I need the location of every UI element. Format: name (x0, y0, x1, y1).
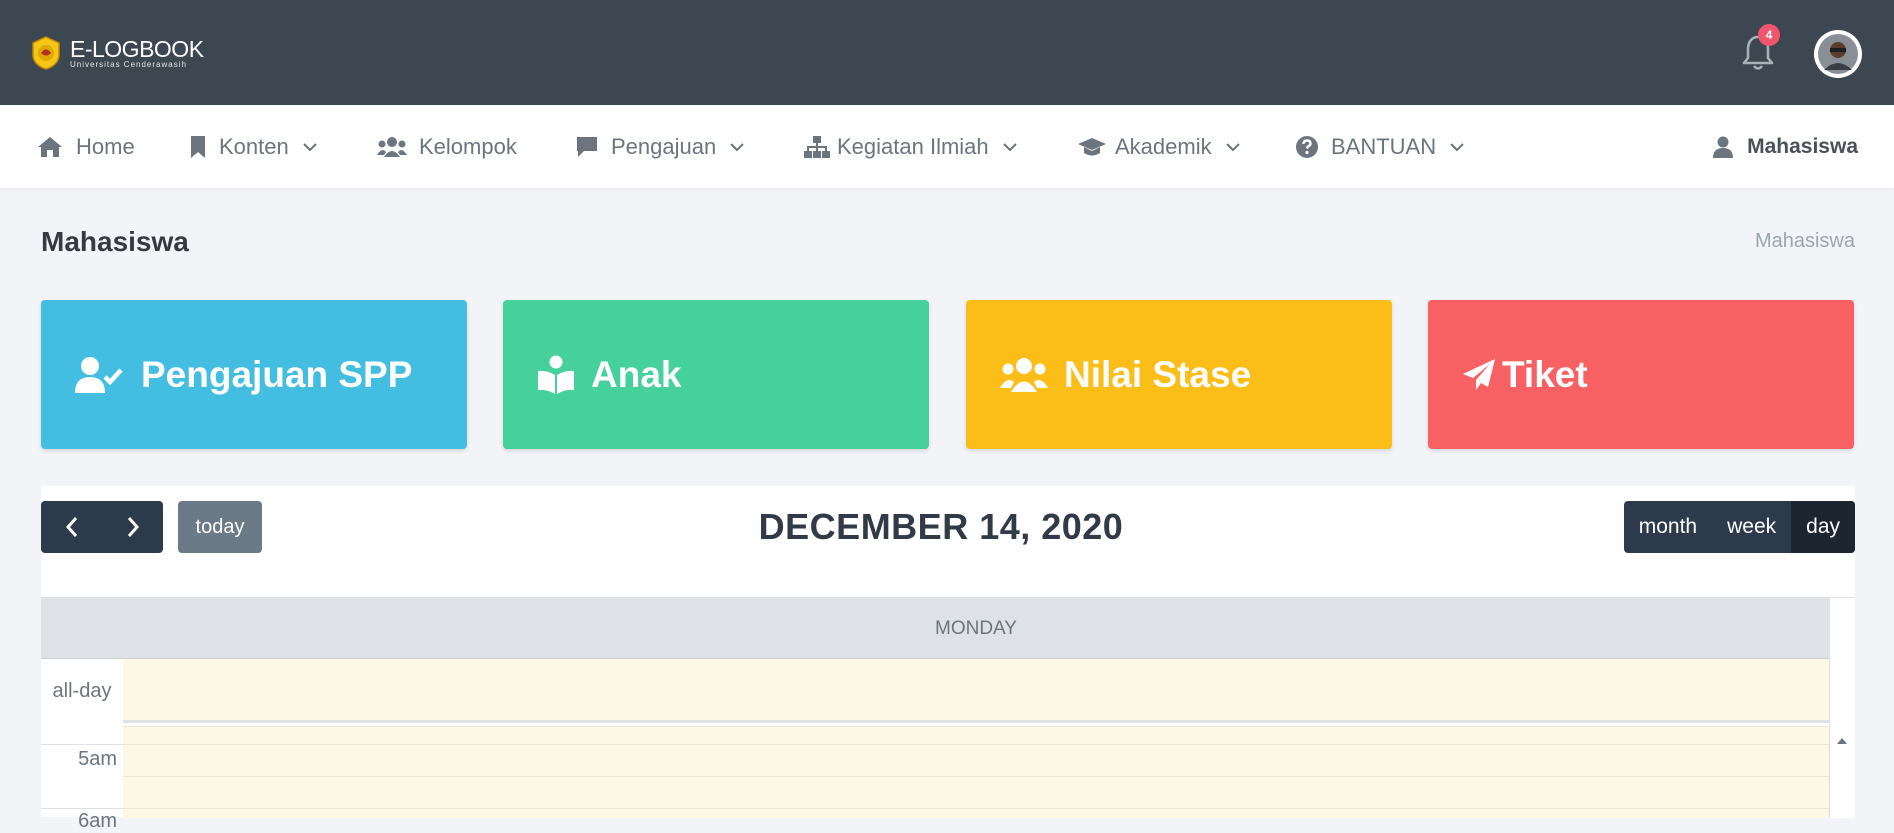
page-title: Mahasiswa (41, 226, 189, 257)
allday-label: all-day (41, 659, 123, 723)
user-menu-label: Mahasiswa (1747, 134, 1858, 158)
home-icon (38, 136, 62, 157)
university-logo-icon (32, 36, 60, 70)
question-circle-icon (1296, 135, 1318, 158)
users-icon (377, 136, 407, 157)
main-nav: Home Konten Kelompok Pengajuan Kegiatan … (0, 105, 1894, 188)
nav-item-home[interactable]: Home (36, 105, 135, 188)
card-nilai-stase[interactable]: Nilai Stase (966, 300, 1392, 449)
nav-item-konten[interactable]: Konten (189, 105, 317, 188)
nav-item-label: Kegiatan Ilmiah (837, 133, 989, 159)
book-reader-icon (538, 355, 574, 394)
nav-item-kegiatan-ilmiah[interactable]: Kegiatan Ilmiah (803, 105, 1017, 188)
view-switcher: month week day (1623, 501, 1855, 553)
nav-item-kelompok[interactable]: Kelompok (377, 105, 517, 188)
paper-plane-icon (1463, 358, 1495, 390)
day-header-row: MONDAY (41, 598, 1855, 659)
nav-item-label: Kelompok (419, 133, 517, 159)
user-check-icon (75, 356, 123, 393)
nav-item-label: Pengajuan (611, 133, 717, 159)
card-tiket[interactable]: Tiket (1428, 300, 1854, 449)
nav-item-label: Konten (219, 133, 289, 159)
nav-item-akademik[interactable]: Akademik (1077, 105, 1240, 188)
chevron-down-icon (1225, 142, 1240, 151)
time-slots: 5am 6am (41, 726, 1829, 832)
brand-title: E-LOGBOOK (70, 35, 204, 62)
allday-cell[interactable] (123, 659, 1829, 720)
view-day-button[interactable]: day (1791, 501, 1855, 553)
nav-item-label: Home (76, 133, 135, 159)
top-bar: E-LOGBOOK Universitas Cenderawasih 4 (0, 0, 1894, 105)
chevron-down-icon (730, 142, 744, 151)
nav-item-pengajuan[interactable]: Pengajuan (575, 105, 744, 188)
graduation-cap-icon (1078, 137, 1106, 155)
scrollbar[interactable] (1829, 598, 1855, 818)
card-label: Pengajuan SPP (141, 353, 413, 395)
time-slot[interactable] (123, 726, 1829, 744)
card-label: Anak (591, 353, 682, 395)
notification-badge: 4 (1758, 24, 1780, 46)
time-label-5am: 5am (78, 748, 117, 770)
brand-subtitle: Universitas Cenderawasih (70, 59, 187, 69)
calendar-grid: MONDAY all-day 5am 6am (41, 597, 1855, 832)
scroll-up-icon[interactable] (1836, 737, 1848, 745)
view-week-button[interactable]: week (1712, 501, 1791, 553)
chevron-down-icon (1002, 142, 1017, 151)
allday-row: all-day (41, 659, 1829, 723)
time-label-6am: 6am (78, 810, 117, 832)
nav-item-label: BANTUAN (1331, 133, 1437, 159)
time-slot[interactable] (123, 776, 1829, 808)
comment-icon (577, 136, 597, 157)
bookmark-icon (191, 135, 205, 158)
view-month-button[interactable]: month (1624, 501, 1712, 553)
day-header: MONDAY (935, 618, 1017, 639)
chevron-down-icon (1450, 142, 1464, 151)
chevron-down-icon (303, 142, 317, 151)
nav-item-label: Akademik (1115, 133, 1212, 159)
card-pengajuan-spp[interactable]: Pengajuan SPP (41, 300, 467, 449)
card-label: Nilai Stase (1064, 353, 1252, 395)
card-anak[interactable]: Anak (503, 300, 929, 449)
slot-tick (41, 744, 123, 745)
calendar-title: DECEMBER 14, 2020 (758, 506, 1124, 547)
breadcrumb[interactable]: Mahasiswa (1755, 230, 1855, 253)
user-photo-icon (1818, 34, 1858, 74)
users-icon (1000, 357, 1048, 392)
card-label: Tiket (1502, 353, 1588, 395)
sitemap-icon (804, 135, 830, 158)
user-icon (1713, 136, 1734, 158)
calendar: today DECEMBER 14, 2020 month week day M… (41, 486, 1855, 832)
nav-item-bantuan[interactable]: BANTUAN (1295, 105, 1464, 188)
avatar[interactable] (1814, 30, 1862, 78)
user-menu[interactable]: Mahasiswa (1713, 105, 1858, 188)
brand[interactable]: E-LOGBOOK Universitas Cenderawasih (30, 36, 204, 70)
time-slot[interactable] (123, 744, 1829, 776)
slot-tick (41, 808, 123, 809)
